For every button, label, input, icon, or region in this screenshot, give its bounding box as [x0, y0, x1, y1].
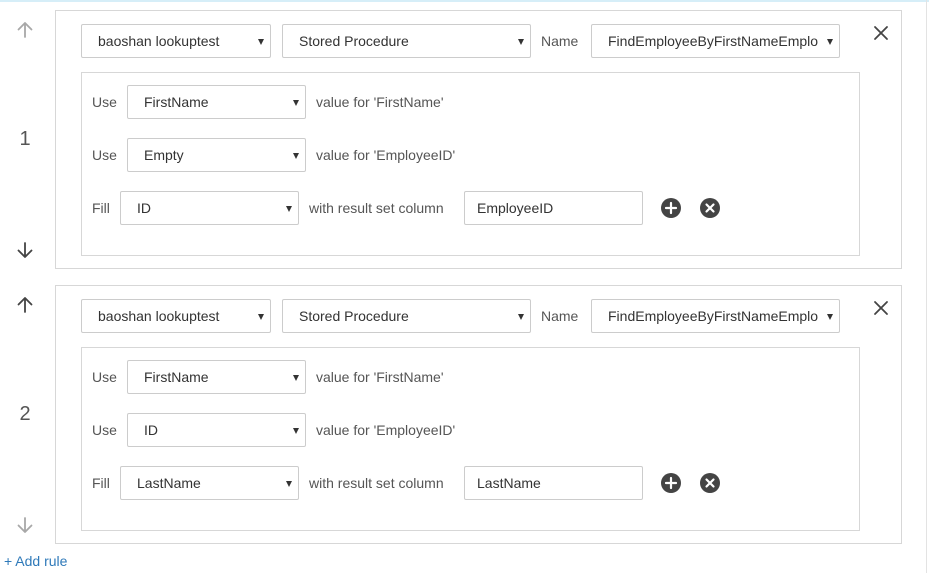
fill-field-select[interactable]: LastName [120, 466, 299, 500]
rule-card: baoshan lookuptest Stored Procedure Name… [55, 10, 902, 269]
datasource-value: baoshan lookuptest [98, 33, 220, 49]
param-value: FirstName [144, 369, 209, 385]
chevron-down-icon [293, 428, 299, 434]
fill-field-value: LastName [137, 475, 201, 491]
param-select-firstname[interactable]: FirstName [127, 360, 306, 394]
param-suffix: value for 'EmployeeID' [316, 422, 456, 438]
chevron-down-icon [258, 314, 264, 320]
param-prefix: Use [92, 422, 117, 438]
param-select-firstname[interactable]: FirstName [127, 85, 306, 119]
param-value: ID [144, 422, 158, 438]
procedure-name-value: FindEmployeeByFirstNameEmplo [608, 308, 819, 324]
arrow-up-icon[interactable] [15, 20, 35, 40]
chevron-down-icon [293, 153, 299, 159]
fill-middle-label: with result set column [309, 475, 444, 491]
datasource-select[interactable]: baoshan lookuptest [81, 299, 271, 333]
chevron-down-icon [518, 314, 524, 320]
chevron-down-icon [293, 375, 299, 381]
arrow-up-icon[interactable] [15, 295, 35, 315]
type-value: Stored Procedure [299, 308, 409, 324]
arrow-down-icon[interactable] [15, 240, 35, 260]
procedure-name-select[interactable]: FindEmployeeByFirstNameEmplo [591, 299, 840, 333]
type-select[interactable]: Stored Procedure [282, 299, 531, 333]
param-value: FirstName [144, 94, 209, 110]
fill-field-select[interactable]: ID [120, 191, 299, 225]
chevron-down-icon [827, 314, 833, 320]
datasource-select[interactable]: baoshan lookuptest [81, 24, 271, 58]
param-prefix: Use [92, 369, 117, 385]
parameter-box: Use FirstName value for 'FirstName' Use … [81, 347, 860, 531]
plus-circle-icon[interactable] [661, 473, 681, 493]
name-label: Name [541, 308, 579, 324]
fill-prefix: Fill [92, 475, 110, 491]
procedure-name-value: FindEmployeeByFirstNameEmplo [608, 33, 819, 49]
chevron-down-icon [286, 206, 292, 212]
chevron-down-icon [286, 481, 292, 487]
fill-field-value: ID [137, 200, 151, 216]
chevron-down-icon [258, 39, 264, 45]
x-circle-icon[interactable] [700, 473, 720, 493]
procedure-name-select[interactable]: FindEmployeeByFirstNameEmplo [591, 24, 840, 58]
result-column-input[interactable]: EmployeeID [464, 191, 643, 225]
name-label: Name [541, 33, 579, 49]
close-icon[interactable] [872, 299, 890, 317]
plus-circle-icon[interactable] [661, 198, 681, 218]
x-circle-icon[interactable] [700, 198, 720, 218]
param-prefix: Use [92, 147, 117, 163]
fill-prefix: Fill [92, 200, 110, 216]
chevron-down-icon [518, 39, 524, 45]
add-rule-link[interactable]: + Add rule [4, 553, 67, 569]
top-accent-line [0, 0, 929, 2]
rule-card: baoshan lookuptest Stored Procedure Name… [55, 285, 902, 544]
fill-middle-label: with result set column [309, 200, 444, 216]
rule-number: 1 [19, 128, 31, 150]
close-icon[interactable] [872, 24, 890, 42]
result-column-input[interactable]: LastName [464, 466, 643, 500]
param-value: Empty [144, 147, 184, 163]
param-prefix: Use [92, 94, 117, 110]
type-value: Stored Procedure [299, 33, 409, 49]
chevron-down-icon [293, 100, 299, 106]
param-suffix: value for 'FirstName' [316, 369, 444, 385]
param-suffix: value for 'EmployeeID' [316, 147, 456, 163]
param-select-employeeid[interactable]: Empty [127, 138, 306, 172]
parameter-box: Use FirstName value for 'FirstName' Use … [81, 72, 860, 256]
param-select-employeeid[interactable]: ID [127, 413, 306, 447]
type-select[interactable]: Stored Procedure [282, 24, 531, 58]
param-suffix: value for 'FirstName' [316, 94, 444, 110]
datasource-value: baoshan lookuptest [98, 308, 220, 324]
rule-number: 2 [19, 403, 31, 425]
right-border-line [926, 0, 927, 573]
arrow-down-icon[interactable] [15, 515, 35, 535]
chevron-down-icon [827, 39, 833, 45]
